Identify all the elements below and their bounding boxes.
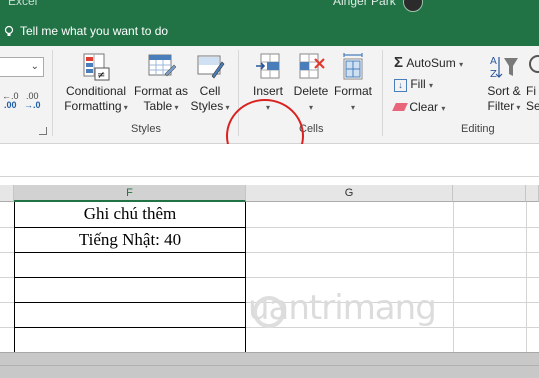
column-header-h[interactable] <box>453 185 526 202</box>
find-select-label-2: Se <box>526 99 539 113</box>
format-as-table-button[interactable]: Format as Table ▾ <box>132 52 190 115</box>
lightbulb-icon <box>4 25 14 36</box>
conditional-formatting-label-2: Formatting <box>64 99 122 113</box>
title-bar: Excel Ainger Park Tell me what you want … <box>0 0 539 46</box>
column-header-i[interactable] <box>526 185 539 202</box>
cell-styles-label-1: Cell <box>199 84 221 98</box>
sort-filter-label-1: Sort & <box>487 84 521 98</box>
chevron-down-icon: ▾ <box>223 103 230 112</box>
sort-filter-button[interactable]: A Z Sort & Filter ▾ <box>484 52 524 115</box>
cell-border <box>14 227 246 228</box>
sort-filter-label-2: Filter <box>487 99 515 113</box>
svg-text:A: A <box>490 56 497 67</box>
styles-group-label: Styles <box>131 123 161 135</box>
format-cells-icon <box>343 53 363 80</box>
worksheet-grid[interactable]: Ghi chú thêm Tiếng Nhật: 40 <box>0 202 539 352</box>
find-select-label-1: Fi <box>526 84 536 98</box>
chevron-down-icon: ▾ <box>441 104 446 113</box>
delete-cells-icon <box>299 53 325 79</box>
avatar[interactable] <box>403 0 423 12</box>
chevron-down-icon: ▾ <box>514 103 521 112</box>
tell-me-search[interactable]: Tell me what you want to do <box>20 24 168 38</box>
number-dialog-launcher-icon[interactable] <box>39 127 47 135</box>
chevron-down-icon: ▾ <box>308 103 313 112</box>
conditional-formatting-label-1: Conditional <box>65 84 127 98</box>
fill-label: Fill <box>410 77 426 91</box>
number-format-dropdown[interactable]: ⌄ <box>0 57 44 77</box>
spacer <box>0 177 539 185</box>
sigma-icon: Σ <box>394 54 404 71</box>
format-label: Format <box>333 84 372 98</box>
increase-decimal-icon: ←.0.00 <box>2 91 19 110</box>
group-separator <box>52 50 53 136</box>
ribbon: ⌄ ←.0.00 .00 →.0 ≠ Conditional Formatting… <box>0 46 539 173</box>
insert-label: Insert <box>252 84 283 98</box>
magnifier-icon <box>529 55 539 73</box>
format-as-table-icon <box>148 54 176 77</box>
cell-border <box>14 327 246 328</box>
find-select-button[interactable]: Fi Se <box>526 52 539 114</box>
cell-styles-icon <box>197 55 225 79</box>
app-name: Excel <box>8 0 38 8</box>
chevron-down-icon: ▾ <box>459 60 464 69</box>
chevron-down-icon: ▾ <box>172 103 179 112</box>
delete-button[interactable]: Delete ▾ <box>290 52 332 115</box>
decrease-decimal-icon: .00 →.0 <box>24 91 41 110</box>
autosum-button[interactable]: Σ AutoSum ▾ <box>394 54 463 71</box>
clear-label: Clear <box>409 100 439 114</box>
autosum-label: AutoSum <box>406 56 456 70</box>
user-name[interactable]: Ainger Park <box>333 0 396 8</box>
formula-bar[interactable] <box>0 144 539 177</box>
sort-filter-icon: A Z <box>490 56 518 80</box>
format-as-table-label-1: Format as <box>133 84 188 98</box>
clear-button[interactable]: Clear ▾ <box>392 100 446 114</box>
cell-styles-label-2: Styles <box>190 99 224 113</box>
svg-text:≠: ≠ <box>97 70 105 81</box>
cell-border <box>14 252 246 253</box>
chevron-down-icon: ▾ <box>350 103 355 112</box>
fill-down-icon: ↓ <box>394 79 407 92</box>
format-as-table-label-2: Table <box>143 99 173 113</box>
column-header-e[interactable] <box>0 185 14 202</box>
cell-border <box>14 277 246 278</box>
insert-cells-icon <box>256 53 280 79</box>
eraser-icon <box>392 103 408 111</box>
delete-label: Delete <box>293 84 329 98</box>
cell-f2[interactable]: Tiếng Nhật: 40 <box>14 230 246 250</box>
increase-decimal-button[interactable]: ←.0.00 <box>2 92 19 110</box>
cell-border <box>14 302 246 303</box>
editing-group-label: Editing <box>461 123 495 135</box>
decrease-decimal-button[interactable]: .00 →.0 <box>24 92 41 110</box>
chevron-down-icon: ▾ <box>429 81 434 90</box>
column-header-f[interactable]: F <box>14 185 246 202</box>
cell-f1[interactable]: Ghi chú thêm <box>14 204 246 224</box>
conditional-formatting-icon: ≠ <box>83 53 110 81</box>
divider <box>0 365 539 366</box>
cell-styles-button[interactable]: Cell Styles ▾ <box>190 52 230 115</box>
chevron-down-icon: ▾ <box>121 103 128 112</box>
group-separator <box>382 50 383 136</box>
watermark-text: uantrimang <box>248 288 437 328</box>
format-button[interactable]: Format ▾ <box>332 52 374 115</box>
conditional-formatting-button[interactable]: ≠ Conditional Formatting ▾ <box>60 52 132 115</box>
column-header-g[interactable]: G <box>246 185 453 202</box>
fill-button[interactable]: ↓ Fill ▾ <box>394 77 433 92</box>
chevron-down-icon: ⌄ <box>30 61 39 72</box>
